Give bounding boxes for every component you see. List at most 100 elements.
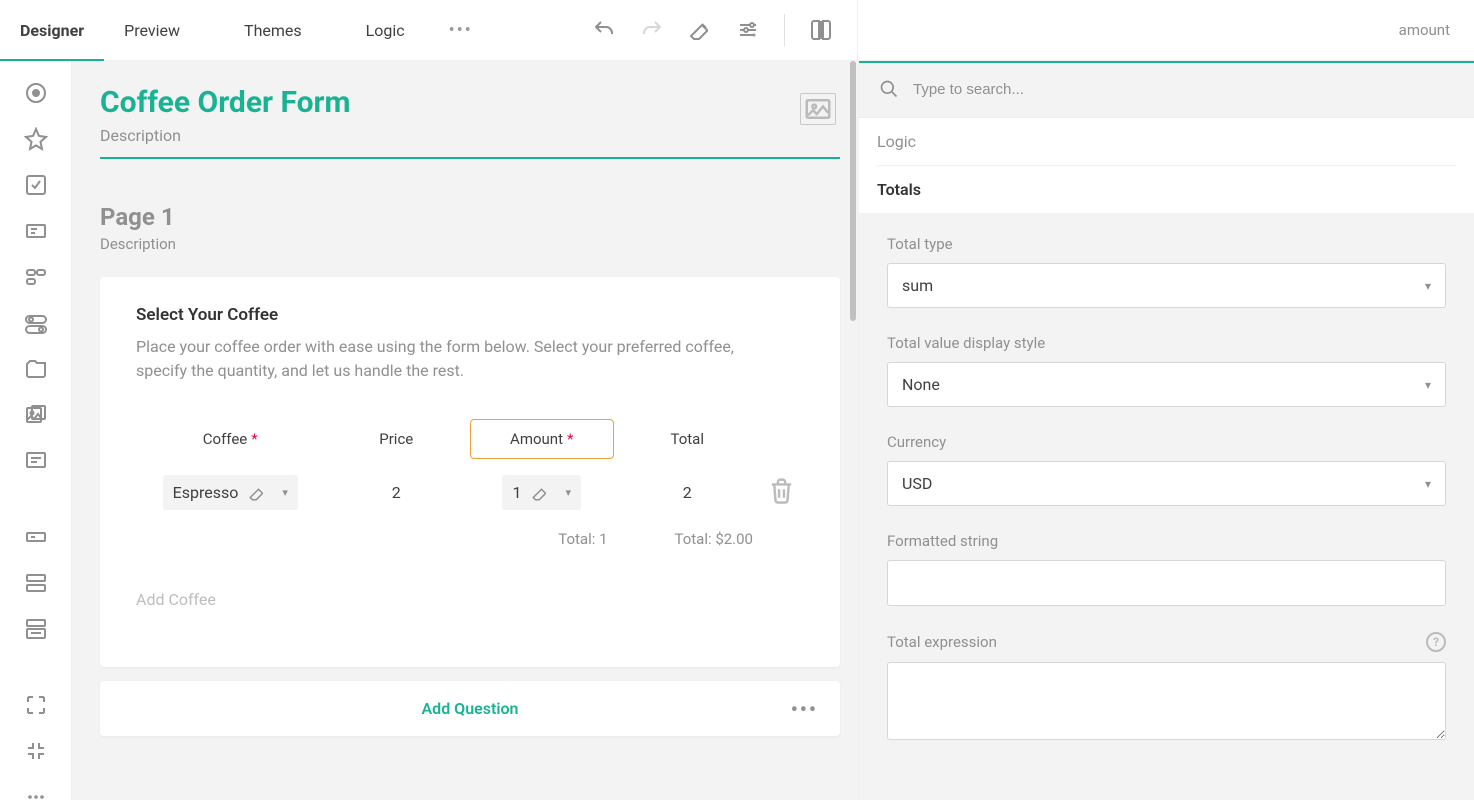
label-total-type: Total type xyxy=(887,235,1446,253)
required-marker: * xyxy=(567,430,573,448)
input-total-expression[interactable] xyxy=(887,662,1446,740)
add-question-label: Add Question xyxy=(422,699,519,718)
required-marker: * xyxy=(251,430,257,448)
select-display-style[interactable]: None ▾ xyxy=(887,362,1446,407)
tool-separator xyxy=(784,14,785,46)
input-formatted-string[interactable] xyxy=(887,560,1446,606)
prop-sections: Logic Totals xyxy=(859,118,1474,213)
help-icon[interactable]: ? xyxy=(1426,632,1446,652)
cell-price: 2 xyxy=(325,461,469,524)
add-row-button[interactable]: Add Coffee xyxy=(136,590,804,609)
col-coffee[interactable]: Coffee* xyxy=(138,419,323,459)
label-currency: Currency xyxy=(887,433,1446,451)
cell-total: 2 xyxy=(616,461,760,524)
col-actions xyxy=(761,419,802,459)
canvas: Coffee Order Form Description Page 1 Des… xyxy=(72,61,858,764)
col-amount[interactable]: Amount* xyxy=(470,419,614,459)
toolbox-tagbox-icon[interactable] xyxy=(24,265,48,289)
main: Coffee Order Form Description Page 1 Des… xyxy=(0,61,1474,800)
toolbox-radio-icon[interactable] xyxy=(24,81,48,105)
col-total[interactable]: Total xyxy=(616,419,760,459)
matrix-table: Coffee* Price Amount* Total Espresso xyxy=(136,417,804,564)
cell-amount-dropdown[interactable]: 1 ▾ xyxy=(502,475,581,510)
question-title[interactable]: Select Your Coffee xyxy=(136,305,804,325)
toolbox-star-icon[interactable] xyxy=(24,127,48,151)
toolbox-more-icon[interactable] xyxy=(24,785,48,809)
chevron-down-icon: ▾ xyxy=(1425,378,1431,392)
top-left: Designer Preview Themes Logic ••• xyxy=(0,0,858,60)
tab-themes[interactable]: Themes xyxy=(224,0,322,60)
select-total-type[interactable]: sum ▾ xyxy=(887,263,1446,308)
search-icon xyxy=(879,79,899,99)
add-question-button[interactable]: Add Question ••• xyxy=(100,681,840,736)
page-description[interactable]: Description xyxy=(100,235,840,253)
form-logo-placeholder[interactable] xyxy=(800,93,836,125)
label-display-style: Total value display style xyxy=(887,334,1446,352)
cell-amount-value: 1 xyxy=(512,483,521,502)
scrollbar-thumb[interactable] xyxy=(850,61,856,321)
toolbox-panel-icon[interactable] xyxy=(24,617,48,641)
matrix-header-row: Coffee* Price Amount* Total xyxy=(138,419,802,459)
form-title[interactable]: Coffee Order Form xyxy=(100,85,840,120)
question-card[interactable]: Select Your Coffee Place your coffee ord… xyxy=(100,277,840,667)
toolbox-checkbox-icon[interactable] xyxy=(24,173,48,197)
amount-total: Total: 1 xyxy=(470,526,614,562)
form-header[interactable]: Coffee Order Form Description xyxy=(100,73,840,159)
top-right: amount xyxy=(858,0,1474,60)
tab-preview[interactable]: Preview xyxy=(104,0,200,60)
clear-icon[interactable] xyxy=(531,484,549,502)
undo-icon[interactable] xyxy=(592,18,616,42)
properties-panel: Logic Totals Total type sum ▾ Total valu… xyxy=(858,61,1474,800)
delete-row-icon[interactable] xyxy=(767,490,796,509)
chevron-down-icon: ▾ xyxy=(1425,279,1431,293)
settings-sliders-icon[interactable] xyxy=(736,18,760,42)
top-tools xyxy=(592,14,857,46)
book-icon[interactable] xyxy=(809,18,833,42)
top-tabs: Designer Preview Themes Logic ••• xyxy=(0,0,485,60)
matrix-totals-row: Total: 1 Total: $2.00 xyxy=(138,526,802,562)
cell-coffee-value: Espresso xyxy=(173,483,239,502)
canvas-scrollbar[interactable] xyxy=(848,61,858,800)
tabs-overflow-icon[interactable]: ••• xyxy=(437,20,485,41)
chevron-down-icon: ▾ xyxy=(565,486,571,499)
chevron-down-icon: ▾ xyxy=(282,486,288,499)
cell-coffee-dropdown[interactable]: Espresso ▾ xyxy=(163,475,298,510)
toolbox-file-icon[interactable] xyxy=(24,357,48,381)
toolbox-expand-icon[interactable] xyxy=(24,693,48,717)
label-formatted-string: Formatted string xyxy=(887,532,1446,550)
label-total-expression: Total expression ? xyxy=(887,632,1446,652)
eraser-icon[interactable] xyxy=(688,18,712,42)
clear-icon[interactable] xyxy=(248,484,266,502)
toolbox-text-icon[interactable] xyxy=(24,525,48,549)
tab-designer[interactable]: Designer xyxy=(0,0,104,60)
search-row xyxy=(859,61,1474,118)
select-display-style-value: None xyxy=(902,375,940,394)
select-currency[interactable]: USD ▾ xyxy=(887,461,1446,506)
toolbox-image-icon[interactable] xyxy=(24,403,48,427)
matrix-row: Espresso ▾ 2 1 ▾ xyxy=(138,461,802,524)
toolbox-comment-icon[interactable] xyxy=(24,449,48,473)
select-currency-value: USD xyxy=(902,474,932,493)
page-block: Page 1 Description Select Your Coffee Pl… xyxy=(100,203,840,736)
toolbox-multitext-icon[interactable] xyxy=(24,571,48,595)
page-title[interactable]: Page 1 xyxy=(100,203,840,231)
col-price[interactable]: Price xyxy=(325,419,469,459)
toolbox-collapse-icon[interactable] xyxy=(24,739,48,763)
search-input[interactable] xyxy=(913,81,1454,98)
select-total-type-value: sum xyxy=(902,276,933,295)
form-description[interactable]: Description xyxy=(100,126,840,145)
topbar: Designer Preview Themes Logic ••• xyxy=(0,0,1474,61)
breadcrumb: amount xyxy=(1399,21,1450,39)
toolbox-boolean-icon[interactable] xyxy=(24,311,48,335)
section-totals[interactable]: Totals xyxy=(877,166,1456,213)
chevron-down-icon: ▾ xyxy=(1425,477,1431,491)
redo-icon[interactable] xyxy=(640,18,664,42)
canvas-wrap: Coffee Order Form Description Page 1 Des… xyxy=(72,61,858,800)
section-logic[interactable]: Logic xyxy=(877,118,1456,166)
add-question-more-icon[interactable]: ••• xyxy=(791,697,818,721)
toolbox-dropdown-icon[interactable] xyxy=(24,219,48,243)
tab-logic[interactable]: Logic xyxy=(346,0,425,60)
prop-body: Total type sum ▾ Total value display sty… xyxy=(859,213,1474,800)
question-description[interactable]: Place your coffee order with ease using … xyxy=(136,335,776,383)
grand-total: Total: $2.00 xyxy=(616,526,760,562)
